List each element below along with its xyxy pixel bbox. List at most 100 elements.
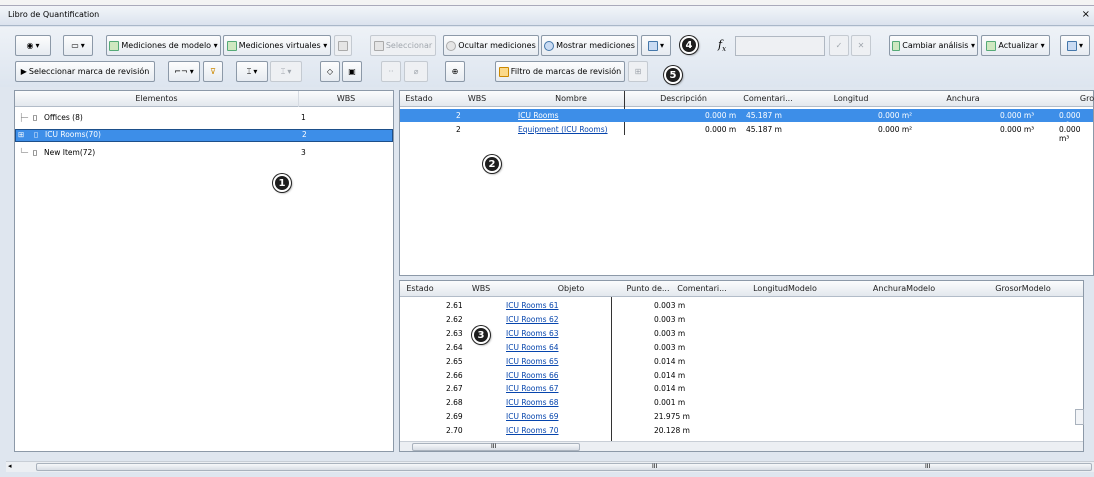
hash-button[interactable]: ⊕ bbox=[445, 61, 465, 82]
formula-icon: fx bbox=[718, 38, 727, 54]
table-row[interactable]: 2.63 ICU Rooms 63 0.003 m bbox=[400, 327, 1083, 340]
col-anchura-modelo[interactable]: AnchuraModelo bbox=[842, 284, 966, 293]
cell-objeto[interactable]: ICU Rooms 68 bbox=[506, 398, 559, 407]
col-wbs[interactable]: WBS bbox=[440, 94, 514, 103]
col-estado[interactable]: Estado bbox=[400, 284, 440, 293]
col-grosor-modelo[interactable]: GrosorModelo bbox=[968, 284, 1078, 293]
tree-item-label: Offices (8) bbox=[44, 113, 83, 122]
objects-grid: Estado WBS Objeto Punto de... Comentari.… bbox=[399, 280, 1084, 452]
table-row[interactable]: 2.64 ICU Rooms 64 0.003 m bbox=[400, 341, 1083, 354]
check-icon: ✓ bbox=[835, 41, 843, 50]
scroll-thumb[interactable]: III bbox=[412, 443, 580, 451]
show-takeoff-icon bbox=[544, 40, 555, 51]
hide-takeoff-label: Ocultar mediciones bbox=[458, 41, 536, 50]
cell-punto: 0.003 m bbox=[654, 328, 686, 338]
cell-objeto[interactable]: ICU Rooms 67 bbox=[506, 384, 559, 393]
tree-item-wbs: 3 bbox=[301, 148, 306, 157]
paint-button[interactable]: ◇ bbox=[320, 61, 340, 82]
col-comentarios[interactable]: Comentari... bbox=[676, 284, 728, 293]
cell-objeto[interactable]: ICU Rooms 66 bbox=[506, 371, 559, 380]
select-revision-button[interactable]: ▶ Seleccionar marca de revisión bbox=[15, 61, 155, 82]
cell-objeto[interactable]: ICU Rooms 61 bbox=[506, 301, 559, 310]
update-button[interactable]: Actualizar ▾ bbox=[981, 35, 1050, 56]
cell-wbs: 2.66 bbox=[446, 370, 463, 380]
table-row[interactable]: 2.61 ICU Rooms 61 0.003 m bbox=[400, 299, 1083, 312]
cross-icon: ✕ bbox=[857, 41, 865, 50]
export-icon bbox=[1066, 40, 1077, 51]
tree-row[interactable]: ├─ ▯ Offices (8) 1 bbox=[15, 112, 393, 125]
tree-line: └─ bbox=[19, 148, 29, 157]
formula-input[interactable] bbox=[735, 36, 825, 56]
col-descripcion[interactable]: Descripción bbox=[626, 94, 741, 103]
main-scroll-thumb[interactable]: III III bbox=[36, 463, 1092, 471]
col-nombre[interactable]: Nombre bbox=[518, 94, 624, 103]
tree-panel: Elementos WBS ├─ ▯ Offices (8) 1 ⊞ ▯ ICU… bbox=[14, 90, 394, 452]
copy-button[interactable] bbox=[334, 35, 352, 56]
col-longitud[interactable]: Longitud bbox=[796, 94, 906, 103]
title-bar: Libro de Quantification × bbox=[0, 6, 1094, 26]
col-comentarios[interactable]: Comentari... bbox=[742, 94, 794, 103]
cell-nombre[interactable]: ICU Rooms bbox=[518, 111, 559, 120]
tree-header-wbs[interactable]: WBS bbox=[299, 94, 393, 103]
table-row[interactable]: 2 Equipment (ICU Rooms) 0.000 m 45.187 m… bbox=[400, 123, 1093, 143]
display-options-button[interactable]: ▾ bbox=[641, 35, 671, 56]
cell-nombre[interactable]: Equipment (ICU Rooms) bbox=[518, 125, 608, 134]
cell-objeto[interactable]: ICU Rooms 64 bbox=[506, 343, 559, 352]
select-button[interactable]: Seleccionar bbox=[370, 35, 436, 56]
close-button[interactable]: × bbox=[1082, 9, 1090, 20]
select-box-button[interactable]: ▣ bbox=[342, 61, 362, 82]
accept-formula-button[interactable]: ✓ bbox=[829, 35, 849, 56]
tree-row-selected[interactable]: ⊞ ▯ ICU Rooms(70) 2 bbox=[15, 129, 393, 142]
cell-objeto[interactable]: ICU Rooms 70 bbox=[506, 426, 559, 435]
model-takeoff-button[interactable]: Mediciones de modelo ▾ bbox=[106, 35, 221, 56]
scroll-left-icon[interactable]: ◂ bbox=[8, 462, 12, 470]
cell-wbs: 2.61 bbox=[446, 301, 463, 310]
col-longitud-modelo[interactable]: LongitudModelo bbox=[730, 284, 840, 293]
table-row[interactable]: 2.62 ICU Rooms 62 0.003 m bbox=[400, 313, 1083, 326]
table-row[interactable]: 2.68 ICU Rooms 68 0.001 m bbox=[400, 396, 1083, 409]
change-analysis-button[interactable]: Cambiar análisis ▾ bbox=[889, 35, 978, 56]
table-row[interactable]: 2.70 ICU Rooms 70 20.128 m bbox=[400, 424, 1083, 437]
main-horizontal-scrollbar[interactable]: ◂ III III bbox=[6, 461, 1094, 472]
dots-button[interactable]: ·· bbox=[381, 61, 401, 82]
cell-objeto[interactable]: ICU Rooms 65 bbox=[506, 357, 559, 366]
cell-objeto[interactable]: ICU Rooms 63 bbox=[506, 329, 559, 338]
view-options-button[interactable]: ◉ ▾ bbox=[15, 35, 51, 56]
cloud-tool-button[interactable]: ⌶ ▾ bbox=[236, 61, 268, 82]
table-row[interactable]: 2.69 ICU Rooms 69 21.975 m bbox=[400, 410, 1083, 423]
table-row-selected[interactable]: 2 ICU Rooms 0.000 m 45.187 m 0.000 m² 0.… bbox=[400, 109, 1093, 129]
layout-button[interactable]: ▭ ▾ bbox=[63, 35, 93, 56]
table-row[interactable]: 2.67 ICU Rooms 67 0.014 m bbox=[400, 382, 1083, 395]
hide-takeoff-button[interactable]: Ocultar mediciones bbox=[443, 35, 539, 56]
show-takeoff-button[interactable]: Mostrar mediciones bbox=[541, 35, 638, 56]
filter-extra-button[interactable]: ⊞ bbox=[628, 61, 648, 82]
col-anchura[interactable]: Anchura bbox=[908, 94, 1018, 103]
cell-descripcion: 0.000 m bbox=[705, 125, 737, 134]
table-row[interactable]: 2.65 ICU Rooms 65 0.014 m bbox=[400, 355, 1083, 368]
tree-item-wbs: 1 bbox=[301, 113, 306, 122]
model-takeoff-icon bbox=[109, 40, 120, 51]
export-button[interactable]: ▾ bbox=[1060, 35, 1090, 56]
cell-punto: 0.003 m bbox=[654, 301, 686, 310]
snap-button[interactable]: ⊽ bbox=[203, 61, 223, 82]
cell-objeto[interactable]: ICU Rooms 62 bbox=[506, 315, 559, 324]
col-punto[interactable]: Punto de... bbox=[622, 284, 674, 293]
filter-icon bbox=[498, 66, 509, 77]
col-wbs[interactable]: WBS bbox=[442, 284, 520, 293]
vertical-scroll-thumb[interactable] bbox=[1075, 409, 1084, 425]
cell-wbs: 2.65 bbox=[446, 356, 463, 366]
eraser-button[interactable]: ⌀ bbox=[404, 61, 428, 82]
virtual-takeoff-button[interactable]: Mediciones virtuales ▾ bbox=[223, 35, 331, 56]
col-estado[interactable]: Estado bbox=[400, 94, 438, 103]
filter-revision-button[interactable]: Filtro de marcas de revisión bbox=[495, 61, 625, 82]
rectangle-tool-button[interactable]: ⌐¬ ▾ bbox=[168, 61, 200, 82]
table-row[interactable]: 2.66 ICU Rooms 66 0.014 m bbox=[400, 369, 1083, 382]
objects-horizontal-scrollbar[interactable]: III bbox=[400, 441, 1083, 451]
tree-header-elementos[interactable]: Elementos bbox=[15, 94, 298, 103]
cloud-alt-button[interactable]: ⌶ ▾ bbox=[270, 61, 302, 82]
col-grosor[interactable]: Gro bbox=[1072, 94, 1094, 103]
tree-row[interactable]: └─ ▯ New Item(72) 3 bbox=[15, 147, 393, 160]
cancel-formula-button[interactable]: ✕ bbox=[851, 35, 871, 56]
col-objeto[interactable]: Objeto bbox=[522, 284, 620, 293]
cell-objeto[interactable]: ICU Rooms 69 bbox=[506, 412, 559, 421]
